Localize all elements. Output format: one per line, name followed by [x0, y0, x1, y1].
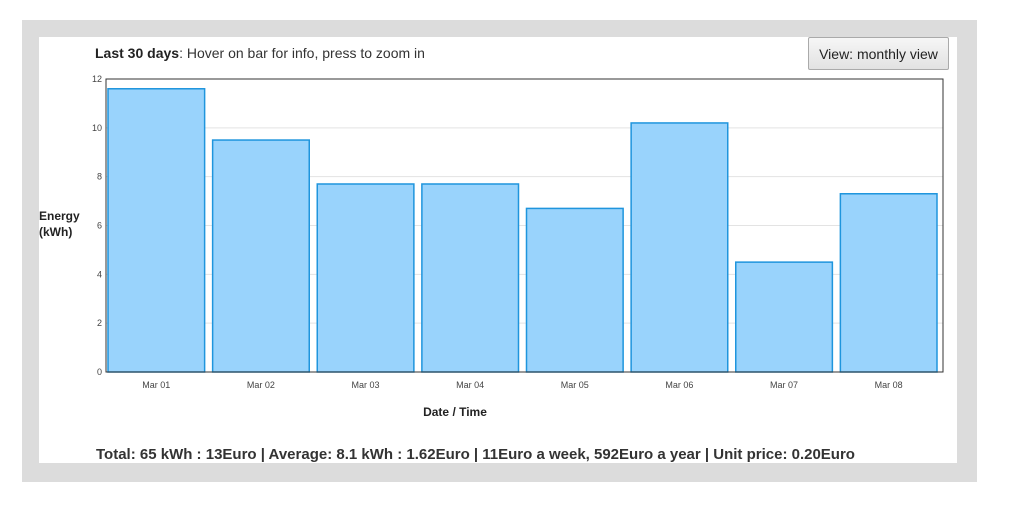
x-axis-label: Date / Time — [423, 405, 487, 419]
x-tick-label: Mar 01 — [142, 380, 170, 390]
y-tick-label: 0 — [97, 367, 102, 377]
y-tick-label: 6 — [97, 221, 102, 231]
bar[interactable] — [421, 183, 520, 373]
summary-footer: Total: 65 kWh : 13Euro | Average: 8.1 kW… — [96, 446, 855, 463]
y-tick-label: 12 — [92, 74, 102, 84]
bar[interactable] — [630, 122, 729, 373]
x-tick-label: Mar 08 — [875, 380, 903, 390]
x-tick-label: Mar 04 — [456, 380, 484, 390]
x-tick-label: Mar 07 — [770, 380, 798, 390]
x-tick-label: Mar 06 — [665, 380, 693, 390]
bar[interactable] — [525, 207, 624, 373]
y-tick-label: 10 — [92, 123, 102, 133]
bar[interactable] — [211, 139, 310, 373]
x-tick-label: Mar 02 — [247, 380, 275, 390]
bar[interactable] — [839, 193, 938, 373]
y-tick-label: 4 — [97, 269, 102, 279]
bar[interactable] — [316, 183, 415, 373]
y-tick-label: 2 — [97, 318, 102, 328]
x-tick-label: Mar 03 — [352, 380, 380, 390]
bar[interactable] — [107, 88, 206, 373]
x-tick-label: Mar 05 — [561, 380, 589, 390]
y-tick-label: 8 — [97, 172, 102, 182]
energy-bar-chart: 0 2 4 6 8 10 12 Mar 01 Mar 02 Mar 03 Mar 04 Mar 05 M… — [92, 74, 944, 390]
bar[interactable] — [735, 261, 834, 373]
